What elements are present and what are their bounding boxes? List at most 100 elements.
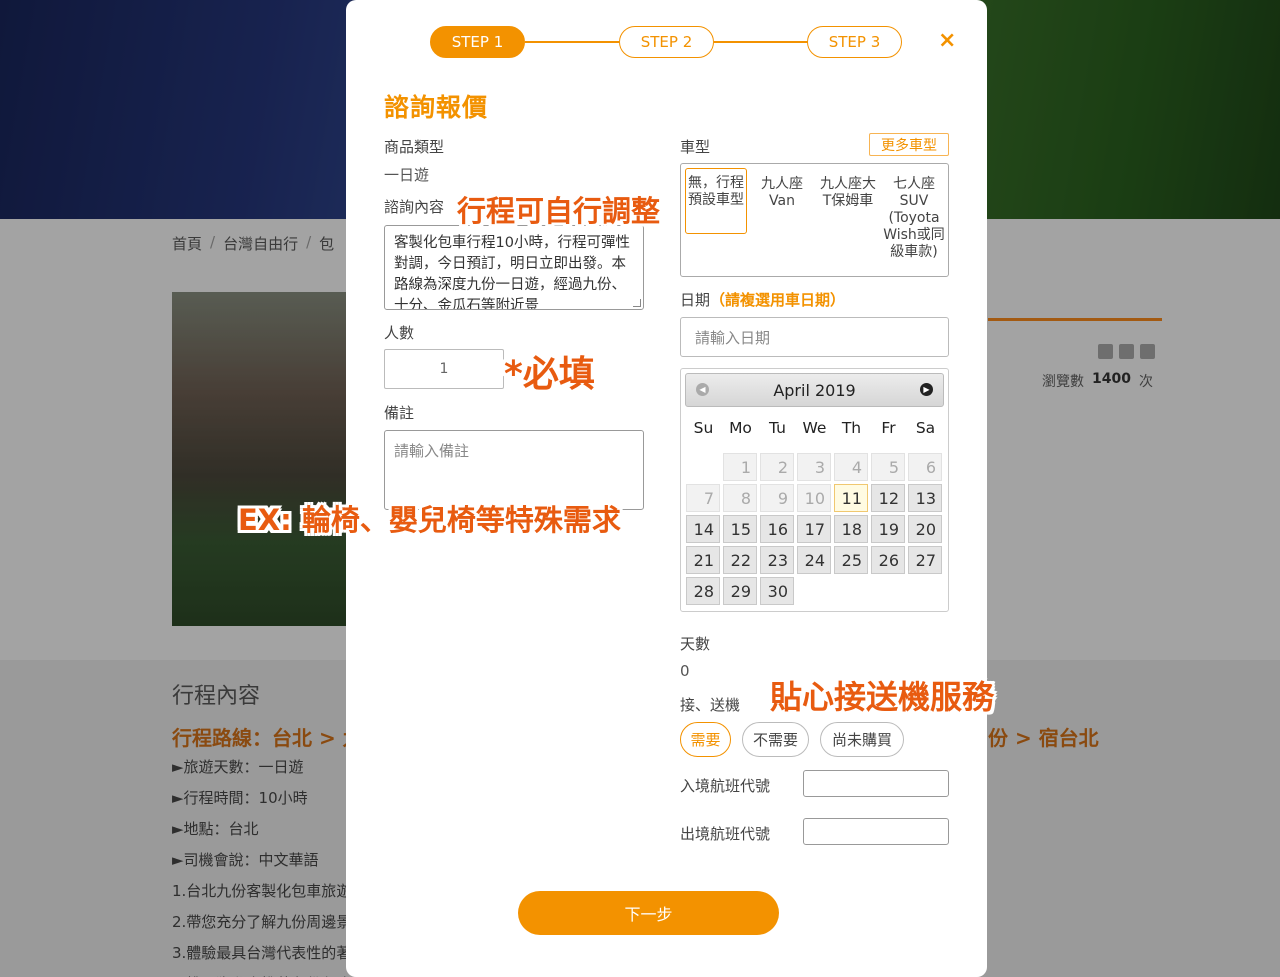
close-icon[interactable]: × [938, 28, 956, 53]
calendar-day[interactable]: 14 [686, 515, 720, 543]
calendar-day[interactable]: 12 [871, 484, 905, 512]
list-item: 2.帶您充分了解九份周邊景 [172, 913, 352, 931]
arrival-flight-input[interactable] [803, 770, 949, 797]
calendar-day[interactable]: 16 [760, 515, 794, 543]
breadcrumb-current[interactable]: 包 [319, 233, 334, 254]
date-label-row: 日期（請複選用車日期） [680, 289, 845, 310]
datepicker: ◀ April 2019 ▶ Su Mo Tu We Th Fr Sa 1 2 3 4 5 6 7 8 9 10… [680, 368, 949, 612]
annotation-required: *必填 [504, 354, 595, 395]
calendar-day[interactable]: 19 [871, 515, 905, 543]
date-input[interactable]: 請輸入日期 [680, 317, 949, 357]
annotation-airport-service: 貼心接送機服務 [770, 678, 995, 716]
step-1[interactable]: STEP 1 [430, 26, 525, 58]
list-item: ►司機會說：中文華語 [172, 851, 319, 869]
calendar-day[interactable]: 27 [908, 546, 942, 574]
line-share-icon[interactable] [1098, 344, 1113, 359]
calendar-day[interactable]: 24 [797, 546, 831, 574]
views-label: 瀏覽數 [1042, 374, 1084, 390]
calendar-day[interactable]: 20 [908, 515, 942, 543]
calendar-day[interactable]: 11 [834, 484, 868, 512]
calendar-weekday: Su [693, 419, 714, 437]
section-title: 行程內容 [172, 684, 261, 709]
tour-photo [172, 292, 352, 626]
list-item: ►行程時間：10小時 [172, 789, 308, 807]
resize-handle[interactable] [633, 299, 641, 307]
calendar-day[interactable]: 15 [723, 515, 757, 543]
calendar-weekday: Mo [729, 419, 752, 437]
calendar-day: 1 [723, 453, 757, 481]
calendar-day[interactable]: 18 [834, 515, 868, 543]
note-placeholder: 請輸入備註 [394, 442, 470, 460]
calendar-day[interactable]: 28 [686, 577, 720, 605]
list-item: 3.體驗最具台灣代表性的著 [172, 944, 352, 962]
google-plus-share-icon[interactable] [1140, 344, 1155, 359]
views-unit: 次 [1138, 374, 1153, 390]
departure-flight-input[interactable] [803, 818, 949, 845]
step-connector [714, 41, 808, 43]
step-2[interactable]: STEP 2 [619, 26, 714, 58]
inquiry-textarea[interactable]: 客製化包車行程10小時，行程可彈性對調，今日預訂，明日立即出發。本路線為深度九份… [384, 225, 644, 310]
calendar-day: 9 [760, 484, 794, 512]
annotation-adjustable: 行程可自行調整 [457, 194, 661, 228]
calendar-day[interactable]: 22 [723, 546, 757, 574]
breadcrumb: 首頁 / 台灣自由行 / 包 [172, 233, 334, 254]
product-type-value: 一日遊 [384, 166, 430, 184]
next-month-icon[interactable]: ▶ [920, 383, 933, 396]
breadcrumb-taiwan[interactable]: 台灣自由行 [223, 233, 298, 254]
step-connector [525, 41, 619, 43]
date-placeholder: 請輸入日期 [695, 328, 771, 347]
car-option-7-seat-suv[interactable]: 七人座SUV (Toyota Wish或同級車款) [883, 168, 945, 261]
list-item: ►地點：台北 [172, 820, 259, 838]
calendar-month: April 2019 [773, 380, 856, 400]
calendar-day: 7 [686, 484, 720, 512]
calendar-day: 5 [871, 453, 905, 481]
transfer-label: 接、送機 [680, 696, 741, 714]
route-title: 行程路線：台北 > 九 [172, 726, 363, 750]
breadcrumb-separator: / [306, 233, 312, 251]
step-indicator: STEP 1 STEP 2 STEP 3 [430, 26, 902, 58]
car-type-label: 車型 [680, 138, 711, 156]
breadcrumb-separator: / [210, 233, 216, 251]
product-type-label: 商品類型 [384, 138, 445, 156]
annotation-special-needs: EX: 輪椅、嬰兒椅等特殊需求 [238, 503, 621, 537]
prev-month-icon[interactable]: ◀ [696, 383, 709, 396]
inquiry-modal: STEP 1 STEP 2 STEP 3 × 諮詢報價 商品類型 一日遊 諮詢內… [346, 0, 987, 977]
transfer-not-bought-button[interactable]: 尚未購買 [820, 722, 904, 757]
transfer-need-button[interactable]: 需要 [680, 722, 731, 757]
list-item: ►旅遊天數：一日遊 [172, 758, 304, 776]
calendar-day: 2 [760, 453, 794, 481]
calendar-day: 3 [797, 453, 831, 481]
people-input[interactable]: 1 [384, 349, 504, 389]
calendar-header: ◀ April 2019 ▶ [685, 373, 944, 407]
calendar-weekday: Sa [915, 419, 936, 437]
route-title-end: 份 > 宿台北 [988, 726, 1099, 750]
note-label: 備註 [384, 404, 415, 422]
transfer-no-need-button[interactable]: 不需要 [742, 722, 809, 757]
calendar-day[interactable]: 30 [760, 577, 794, 605]
departure-flight-label: 出境航班代號 [680, 825, 771, 843]
calendar-weekday: We [802, 419, 827, 437]
car-option-9-seat-van[interactable]: 九人座Van [751, 168, 813, 210]
calendar-day[interactable]: 26 [871, 546, 905, 574]
step-3[interactable]: STEP 3 [807, 26, 902, 58]
car-type-selector: 無，行程預設車型 九人座Van 九人座大T保姆車 七人座SUV (Toyota … [680, 163, 949, 277]
calendar-day[interactable]: 13 [908, 484, 942, 512]
days-label: 天數 [680, 635, 711, 653]
calendar-weekday: Th [841, 419, 862, 437]
people-label: 人數 [384, 324, 415, 342]
calendar-day[interactable]: 21 [686, 546, 720, 574]
car-option-default[interactable]: 無，行程預設車型 [685, 168, 747, 234]
calendar-day[interactable]: 23 [760, 546, 794, 574]
more-cars-button[interactable]: 更多車型 [869, 133, 949, 156]
calendar-day[interactable]: 17 [797, 515, 831, 543]
facebook-share-icon[interactable] [1119, 344, 1134, 359]
calendar-day: 4 [834, 453, 868, 481]
car-option-9-seat-t[interactable]: 九人座大T保姆車 [817, 168, 879, 210]
calendar-day[interactable]: 25 [834, 546, 868, 574]
breadcrumb-home[interactable]: 首頁 [172, 233, 202, 254]
next-step-button[interactable]: 下一步 [518, 891, 779, 935]
modal-title: 諮詢報價 [384, 93, 489, 122]
inquiry-label: 諮詢內容 [384, 198, 445, 216]
calendar-day[interactable]: 29 [723, 577, 757, 605]
days-value: 0 [680, 662, 690, 680]
